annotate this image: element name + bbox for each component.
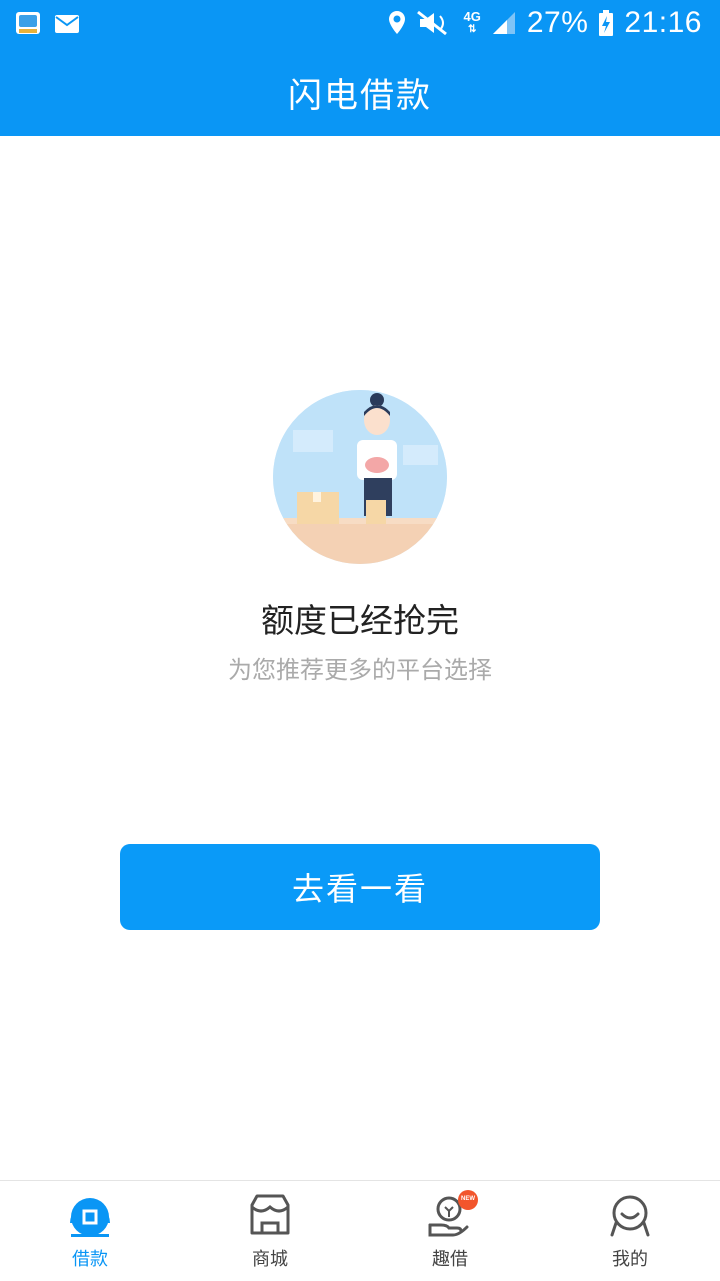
mute-icon xyxy=(416,10,447,36)
tab-label: 借款 xyxy=(72,1249,108,1270)
main-content: 额度已经抢完 为您推荐更多的平台选择 去看一看 xyxy=(0,136,720,1180)
tab-loan[interactable]: 借款 xyxy=(0,1181,180,1281)
shop-woman-illustration-icon xyxy=(273,390,447,564)
tab-label: 我的 xyxy=(612,1249,648,1270)
take-a-look-button[interactable]: 去看一看 xyxy=(120,844,600,930)
new-badge-label: NEW xyxy=(461,1196,475,1202)
location-icon xyxy=(388,11,405,34)
empty-state-illustration xyxy=(273,390,447,564)
tab-label: 商城 xyxy=(252,1249,288,1270)
status-right-icons: 4G ⇅ 27% 21:16 xyxy=(388,6,702,40)
clock: 21:16 xyxy=(624,6,702,39)
store-icon xyxy=(250,1194,290,1235)
mail-icon xyxy=(55,15,79,33)
tab-icon-wrapper: NEW xyxy=(427,1190,478,1239)
network-type-label: 4G xyxy=(463,9,481,24)
app-bar: 闪电借款 xyxy=(0,48,720,136)
app-notification-icon xyxy=(16,12,40,34)
profile-icon xyxy=(610,1195,650,1237)
status-left-icons xyxy=(14,10,80,38)
data-arrows-icon: ⇅ xyxy=(468,24,477,35)
empty-state-title: 额度已经抢完 xyxy=(261,601,459,640)
battery-percent: 27% xyxy=(526,6,589,39)
bottom-tab-bar: 借款 商城 NEW 趣借 我的 xyxy=(0,1180,720,1281)
loan-icon xyxy=(70,1198,110,1237)
tab-quick-loan[interactable]: NEW 趣借 xyxy=(360,1181,540,1281)
page-title: 闪电借款 xyxy=(288,75,432,116)
tab-label: 趣借 xyxy=(432,1249,468,1270)
network-type-indicator: 4G ⇅ xyxy=(464,10,481,36)
battery-charging-icon xyxy=(599,10,614,36)
tab-profile[interactable]: 我的 xyxy=(540,1181,720,1281)
empty-state-subtitle: 为您推荐更多的平台选择 xyxy=(228,656,492,684)
tab-store[interactable]: 商城 xyxy=(180,1181,360,1281)
status-bar: 4G ⇅ 27% 21:16 xyxy=(0,0,720,48)
signal-icon xyxy=(492,12,515,34)
